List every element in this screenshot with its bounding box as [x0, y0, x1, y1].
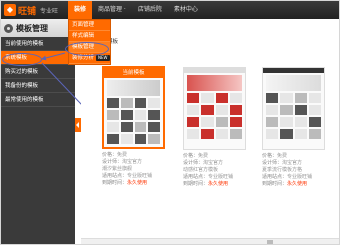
template-site: 专业版旺铺 [127, 173, 153, 179]
template-site: 专业版旺铺 [208, 174, 234, 180]
template-card[interactable]: 价格：免费 设计师：淘宝官方 动感红官方模板 适用站点：专业版旺铺 到期时间：永… [183, 67, 246, 188]
template-thumbnail[interactable] [183, 67, 246, 150]
menu-item-style-edit[interactable]: 样式编辑 [69, 31, 110, 42]
template-thumbnail[interactable]: 当前模板 [102, 66, 165, 149]
template-name: 潮汐紫丝旗舰 [102, 166, 133, 172]
template-meta: 价格：免费 设计师：淘宝官方 潮汐紫丝旗舰 适用站点：专业版旺铺 到期时间：永久… [102, 152, 153, 186]
current-template-badge: 当前模板 [104, 68, 163, 78]
collapse-arrow-icon[interactable] [75, 118, 81, 132]
template-meta: 价格：免费 设计师：淘宝官方 夏季流行模板方格 适用站点：专业版旺铺 到期时间：… [262, 153, 313, 187]
app-window: ◆ 旺铺 专业旺 装修 商品管理 · 店铺后院 素材中心 页面管理 样式编辑 模… [0, 0, 340, 245]
template-card[interactable]: 当前模板 价格：免费 设计师：淘宝官方 潮汐紫丝旗舰 适用站点：专业版旺铺 到期… [102, 66, 165, 187]
template-designer: 淘宝官方 [282, 160, 303, 166]
template-expire: 永久使用 [208, 181, 229, 187]
template-designer: 淘宝官方 [122, 159, 143, 165]
menu-item-page-manage[interactable]: 页面管理 [69, 20, 110, 31]
horizontal-scrollbar[interactable] [81, 238, 339, 244]
template-designer: 淘宝官方 [203, 160, 224, 166]
highlight-ring-sidebar [2, 53, 42, 66]
template-thumbnail[interactable] [262, 67, 325, 150]
arrow-menu-to-sidebar [41, 52, 66, 61]
template-name: 夏季流行模板方格 [262, 167, 303, 173]
template-card[interactable]: 价格：免费 设计师：淘宝官方 夏季流行模板方格 适用站点：专业版旺铺 到期时间：… [262, 67, 325, 188]
main-content: 模板 当前模板 价格：免费 设计师：淘宝官方 潮汐紫丝旗舰 适用站点：专业版旺铺… [81, 19, 339, 244]
template-name: 动感红官方模板 [183, 167, 219, 173]
scrollbar-thumb[interactable] [267, 240, 273, 244]
template-price: 免费 [117, 152, 128, 158]
template-site: 专业版旺铺 [287, 174, 313, 180]
template-price: 免费 [198, 153, 209, 159]
template-meta: 价格：免费 设计师：淘宝官方 动感红官方模板 适用站点：专业版旺铺 到期时间：永… [183, 153, 234, 187]
template-expire: 永久使用 [127, 180, 148, 186]
template-expire: 永久使用 [287, 181, 308, 187]
new-badge: NEW [96, 54, 110, 61]
template-price: 免费 [277, 153, 288, 159]
highlight-ring-menu [65, 42, 109, 56]
